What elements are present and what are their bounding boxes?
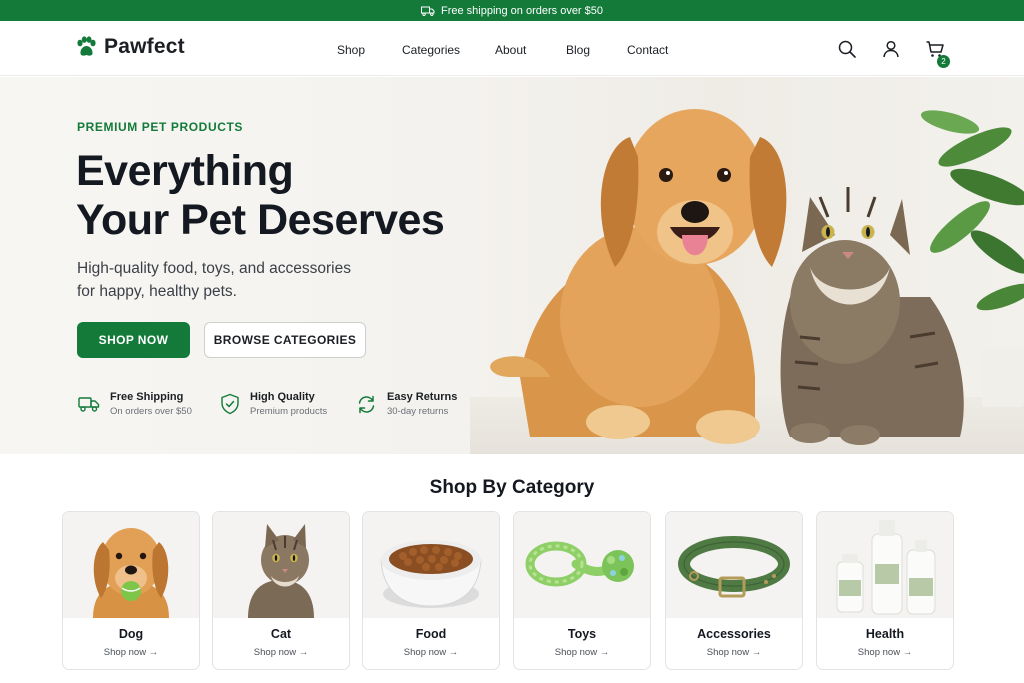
- cat-illustration: [780, 187, 964, 445]
- feature-title: Easy Returns: [387, 391, 458, 403]
- category-label: Health: [865, 627, 905, 641]
- hero-subheading: High-quality food, toys, and accessories…: [77, 257, 407, 303]
- user-icon[interactable]: [881, 39, 901, 59]
- hero-headline-line-2: Your Pet Deserves: [76, 196, 445, 244]
- health-bottles-thumbnail: [817, 512, 953, 618]
- logo[interactable]: Pawfect: [74, 35, 185, 59]
- category-card-accessories[interactable]: Accessories Shop now →: [665, 511, 803, 670]
- shop-now-link[interactable]: Shop now →: [63, 647, 199, 658]
- arrow-right-icon: →: [148, 647, 159, 658]
- category-label: Toys: [567, 627, 597, 641]
- feature-easy-returns: Easy Returns 30-day returns: [356, 391, 457, 417]
- arrow-right-icon: →: [448, 647, 459, 658]
- shop-now-link[interactable]: Shop now →: [363, 647, 499, 658]
- announcement-text: Free shipping on orders over $50: [440, 4, 604, 17]
- brand-name: Pawfect: [104, 35, 185, 58]
- hero-headline: Everything Your Pet Deserves: [76, 147, 445, 245]
- shop-now-link[interactable]: Shop now →: [666, 647, 802, 658]
- category-label: Cat: [270, 627, 292, 641]
- paw-icon: [77, 36, 96, 56]
- arrow-right-icon: →: [751, 647, 762, 658]
- truck-icon: [78, 397, 100, 412]
- feature-title: High Quality: [250, 391, 315, 403]
- shop-now-button[interactable]: SHOP NOW: [77, 322, 190, 358]
- hero-section: PREMIUM PET PRODUCTS Everything Your Pet…: [0, 77, 1024, 454]
- shield-check-icon: [221, 393, 239, 415]
- category-label: Dog: [118, 627, 144, 641]
- shop-now-link-text: Shop now: [253, 647, 297, 658]
- cat-thumbnail: [213, 512, 349, 618]
- category-card-cat[interactable]: Cat Shop now →: [212, 511, 350, 670]
- shop-now-link[interactable]: Shop now →: [817, 647, 953, 658]
- category-section-title: Shop By Category: [429, 477, 595, 498]
- rope-toy-thumbnail: [514, 512, 650, 618]
- shop-now-link-text: Shop now: [403, 647, 447, 658]
- shop-now-link-text: Shop now: [857, 647, 901, 658]
- truck-icon: [420, 6, 435, 16]
- collar-thumbnail: [666, 512, 802, 618]
- search-icon[interactable]: [837, 39, 857, 59]
- category-cards: Dog Shop now → Cat Shop now → Food Shop …: [62, 511, 954, 670]
- feature-subtitle: 30-day returns: [387, 406, 449, 417]
- feature-subtitle: On orders over $50: [110, 406, 192, 417]
- announcement-bar: Free shipping on orders over $50: [0, 0, 1024, 21]
- shop-now-link[interactable]: Shop now →: [514, 647, 650, 658]
- category-card-dog[interactable]: Dog Shop now →: [62, 511, 200, 670]
- feature-subtitle: Premium products: [250, 406, 328, 417]
- site-header: Pawfect Shop Categories About Blog Conta…: [0, 21, 1024, 76]
- hero-eyebrow: PREMIUM PET PRODUCTS: [77, 120, 244, 134]
- arrow-right-icon: →: [298, 647, 309, 658]
- dog-and-cat-photo: [490, 109, 1024, 445]
- category-card-food[interactable]: Food Shop now →: [362, 511, 500, 670]
- shop-now-link-text: Shop now: [706, 647, 750, 658]
- arrow-right-icon: →: [599, 647, 610, 658]
- nav-about[interactable]: About: [495, 43, 526, 57]
- category-label: Food: [415, 627, 447, 641]
- browse-categories-button[interactable]: BROWSE CATEGORIES: [204, 322, 366, 358]
- hero-headline-line-1: Everything: [76, 147, 294, 195]
- feature-free-shipping: Free Shipping On orders over $50: [78, 391, 192, 417]
- category-label: Accessories: [697, 627, 771, 641]
- nav-categories[interactable]: Categories: [402, 43, 460, 57]
- dog-thumbnail: [63, 512, 199, 618]
- category-card-toys[interactable]: Toys Shop now →: [513, 511, 651, 670]
- hero-subheading-line-1: High-quality food, toys, and accessories: [77, 260, 351, 277]
- shop-now-link[interactable]: Shop now →: [213, 647, 349, 658]
- category-card-health[interactable]: Health Shop now →: [816, 511, 954, 670]
- refresh-icon: [358, 395, 375, 413]
- shop-now-link-text: Shop now: [103, 647, 147, 658]
- hero-subheading-line-2: for happy, healthy pets.: [77, 283, 237, 300]
- shop-now-link-text: Shop now: [554, 647, 598, 658]
- arrow-right-icon: →: [902, 647, 913, 658]
- cart-count-badge: 2: [937, 55, 950, 68]
- nav-contact[interactable]: Contact: [627, 43, 668, 57]
- food-bowl-thumbnail: [363, 512, 499, 618]
- feature-high-quality: High Quality Premium products: [220, 391, 327, 417]
- nav-shop[interactable]: Shop: [337, 43, 365, 57]
- nav-blog[interactable]: Blog: [566, 43, 590, 57]
- dog-illustration: [490, 109, 787, 444]
- feature-title: Free Shipping: [110, 391, 184, 403]
